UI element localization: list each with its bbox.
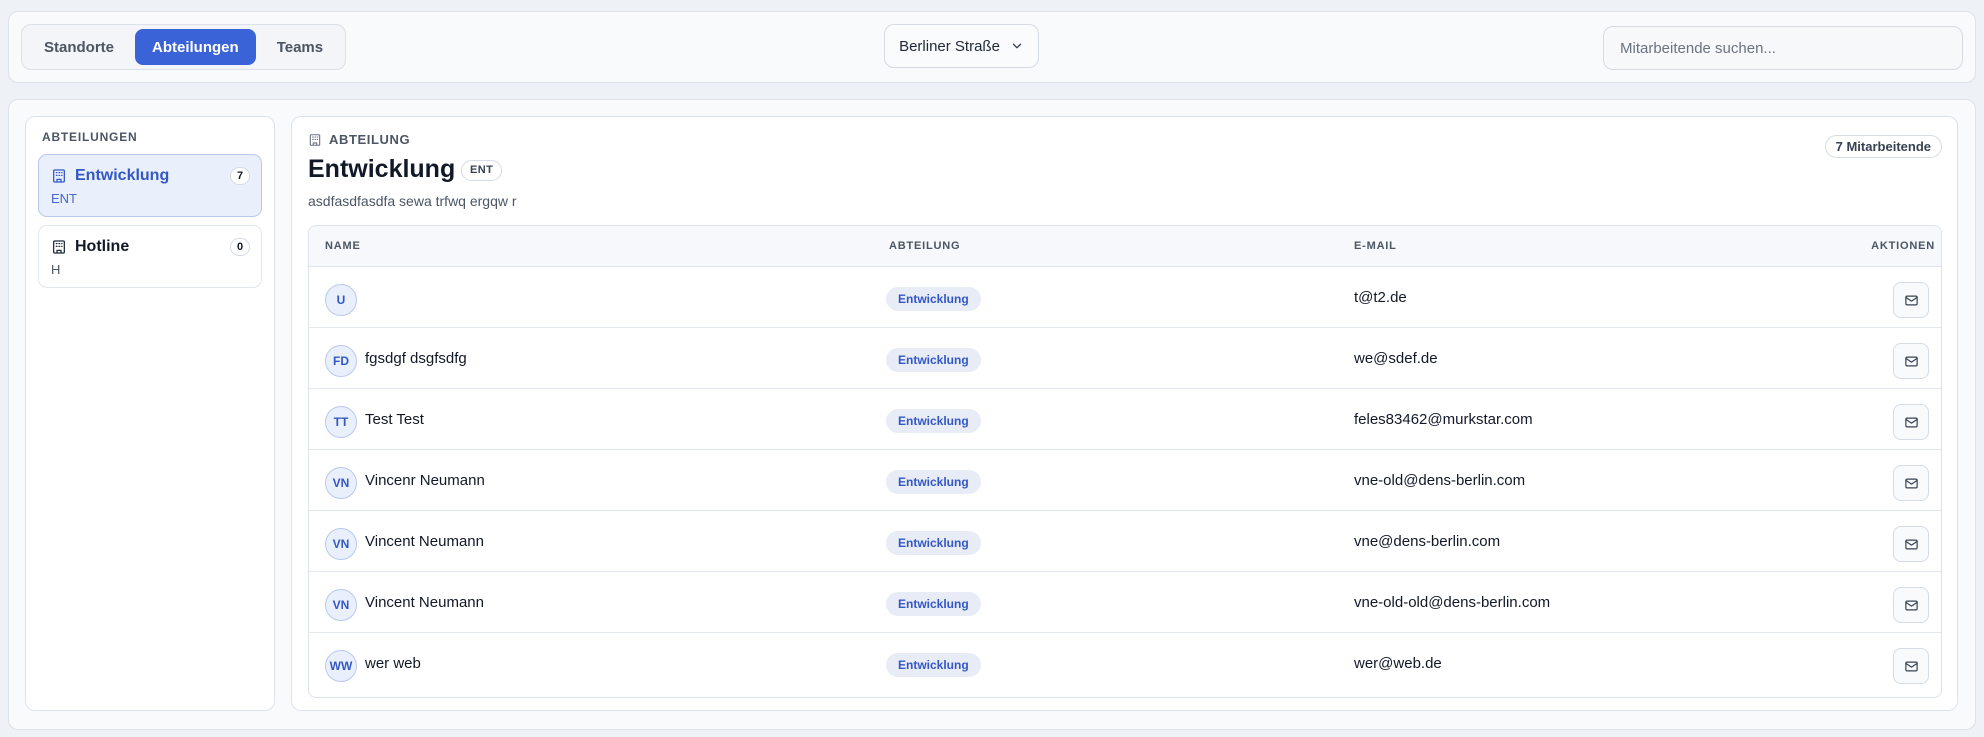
sidebar-item-hotline[interactable]: Hotline 0 H [38,225,262,288]
table-row: VN Vincenr Neumann Entwicklung vne-old@d… [309,450,1941,511]
mail-icon [1904,539,1918,549]
table-row: U Entwicklung t@t2.de [309,267,1941,328]
sidebar-item-entwicklung[interactable]: Entwicklung 7 ENT [38,154,262,217]
tab-abteilungen[interactable]: Abteilungen [135,29,256,65]
location-label: Berliner Straße [899,37,1000,55]
department-badge: Entwicklung [886,470,981,494]
tab-teams[interactable]: Teams [260,29,340,65]
department-detail-panel: ABTEILUNG Entwicklung ENT asdfasdfasdfa … [291,116,1958,711]
page-title: Entwicklung [308,155,456,183]
employee-table: NAME ABTEILUNG E-MAIL AKTIONEN U Entwick… [308,225,1942,698]
column-header-email: E-MAIL [1354,240,1397,252]
department-badge: Entwicklung [886,287,981,311]
table-row: WW wer web Entwicklung wer@web.de [309,633,1941,694]
employee-count-badge: 7 Mitarbeitende [1824,135,1942,158]
employee-email: vne-old@dens-berlin.com [1354,472,1526,489]
building-icon [53,240,65,254]
column-header-name: NAME [325,240,361,252]
sidebar-title: ABTEILUNGEN [42,130,138,144]
avatar: VN [325,467,357,499]
employee-search-input[interactable] [1603,26,1963,70]
avatar: WW [325,650,357,682]
send-email-button[interactable] [1893,526,1929,562]
main-panel: ABTEILUNGEN Entwicklung 7 ENT Hotline 0 … [8,99,1976,730]
tab-standorte[interactable]: Standorte [27,29,131,65]
department-badge: Entwicklung [886,592,981,616]
employee-name: fgsdgf dsgfsdfg [365,350,467,367]
mail-icon [1904,600,1918,610]
top-toolbar: Standorte Abteilungen Teams Berliner Str… [8,11,1976,83]
employee-email: t@t2.de [1354,289,1407,306]
department-badge: Entwicklung [886,409,981,433]
table-row: VN Vincent Neumann Entwicklung vne-old-o… [309,572,1941,633]
mail-icon [1904,661,1918,671]
employee-email: we@sdef.de [1354,350,1438,367]
employee-email: feles83462@murkstar.com [1354,411,1533,428]
building-icon [309,133,321,146]
employee-name: Vincenr Neumann [365,472,485,489]
table-row: FD fgsdgf dsgfsdfg Entwicklung we@sdef.d… [309,328,1941,389]
send-email-button[interactable] [1893,282,1929,318]
view-switcher: Standorte Abteilungen Teams [21,24,347,70]
sidebar-item-name: Entwicklung [75,167,170,184]
detail-eyebrow-label: ABTEILUNG [329,132,411,147]
employee-email: wer@web.de [1354,655,1442,672]
table-header: NAME ABTEILUNG E-MAIL AKTIONEN [309,226,1941,267]
column-header-department: ABTEILUNG [889,240,961,252]
employee-name: wer web [365,655,421,672]
mail-icon [1904,356,1918,366]
avatar: TT [325,406,357,438]
mail-icon [1904,295,1918,305]
send-email-button[interactable] [1893,587,1929,623]
building-icon [53,169,65,183]
sidebar-item-code: ENT [51,191,77,206]
avatar: VN [325,528,357,560]
department-sidebar: ABTEILUNGEN Entwicklung 7 ENT Hotline 0 … [25,116,275,711]
avatar: VN [325,589,357,621]
avatar: U [325,284,357,316]
department-description: asdfasdfasdfa sewa trfwq ergqw r [308,193,517,209]
employee-name: Test Test [365,411,424,428]
avatar: FD [325,345,357,377]
department-badge: Entwicklung [886,348,981,372]
detail-eyebrow: ABTEILUNG [308,132,410,147]
mail-icon [1904,478,1918,488]
column-header-actions: AKTIONEN [1871,240,1935,252]
chevron-down-icon [1012,43,1022,49]
mail-icon [1904,417,1918,427]
send-email-button[interactable] [1893,404,1929,440]
location-dropdown[interactable]: Berliner Straße [884,24,1039,68]
sidebar-item-code: H [51,262,61,277]
employee-email: vne-old-old@dens-berlin.com [1354,594,1551,611]
table-row: VN Vincent Neumann Entwicklung vne@dens-… [309,511,1941,572]
sidebar-item-count-badge: 7 [230,167,250,185]
table-row: TT Test Test Entwicklung feles83462@murk… [309,389,1941,450]
send-email-button[interactable] [1893,648,1929,684]
sidebar-item-count-badge: 0 [230,238,250,256]
department-badge: Entwicklung [886,653,981,677]
send-email-button[interactable] [1893,465,1929,501]
employee-name: Vincent Neumann [365,533,484,550]
send-email-button[interactable] [1893,343,1929,379]
employee-email: vne@dens-berlin.com [1354,533,1501,550]
employee-name: Vincent Neumann [365,594,484,611]
department-badge: Entwicklung [886,531,981,555]
department-code-badge: ENT [461,160,503,181]
sidebar-item-name: Hotline [75,238,130,255]
